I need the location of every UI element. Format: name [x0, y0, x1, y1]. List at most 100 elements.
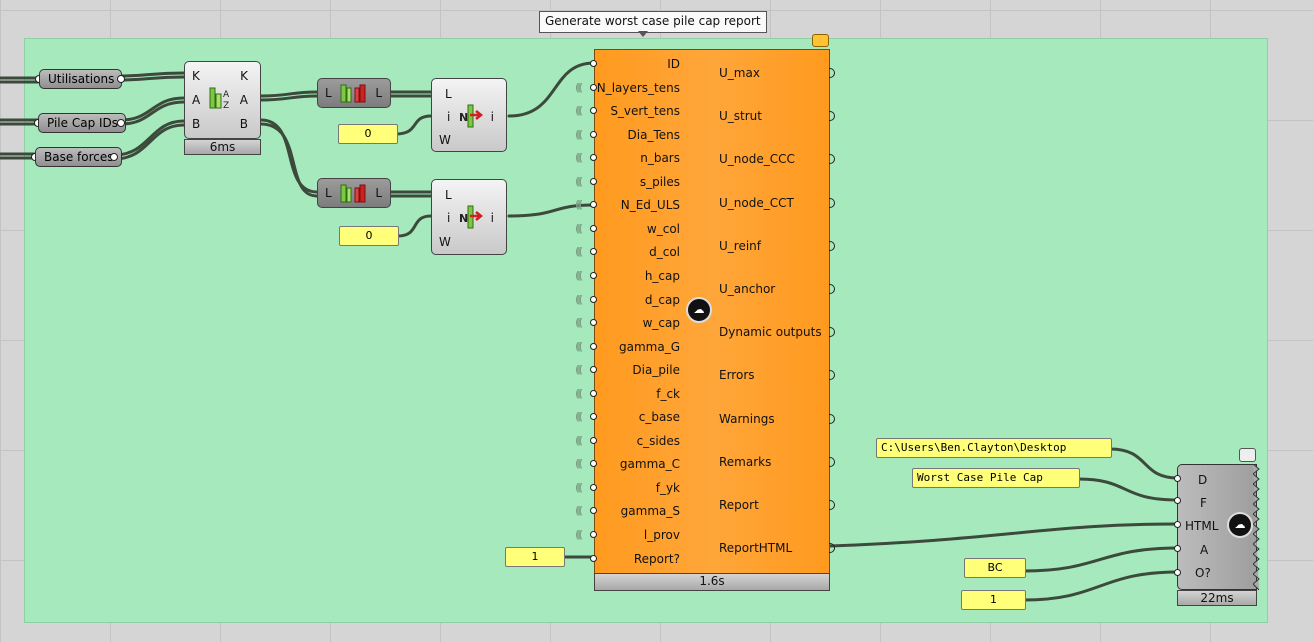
pile-cap-input-label: Dia_Tens — [627, 127, 680, 142]
pile-cap-input-grip[interactable] — [590, 531, 597, 538]
pile-cap-input-label: S_vert_tens — [610, 104, 680, 119]
item-output-i: i — [490, 110, 494, 124]
path-panel[interactable]: C:\Users\Ben.Clayton\Desktop — [876, 438, 1112, 458]
pile-cap-input-grip[interactable] — [590, 83, 597, 91]
pile-cap-input-grip[interactable] — [590, 342, 597, 350]
variable-input-indicator: (((( — [575, 221, 583, 235]
variable-input-indicator: (((( — [575, 151, 583, 165]
index-panel-1[interactable]: 0 — [338, 124, 398, 144]
index-panel-2[interactable]: 0 — [339, 226, 399, 246]
pile-cap-output-label: Report — [719, 498, 759, 512]
report-edge — [1253, 464, 1260, 590]
list-item-component-1[interactable]: L i W i N — [431, 78, 507, 152]
sort-list-component[interactable]: K A B K A B A Z — [184, 61, 261, 139]
input-grip[interactable] — [1174, 569, 1181, 576]
pile-cap-input-grip[interactable] — [590, 177, 597, 185]
pile-cap-input-label: Report? — [633, 551, 680, 566]
report-toggle-panel[interactable]: 1 — [505, 547, 565, 567]
param-pile-cap-ids[interactable]: Pile Cap IDs — [38, 113, 127, 133]
pile-cap-input-label: c_base — [638, 410, 680, 425]
input-grip[interactable] — [1174, 545, 1181, 552]
tooltip-tail — [638, 31, 648, 37]
svg-text:N: N — [459, 111, 468, 124]
reverse-output-label: L — [375, 86, 382, 100]
variable-input-indicator: (((( — [575, 528, 583, 541]
pile-cap-input-grip[interactable] — [590, 389, 597, 397]
pile-cap-output-label: Warnings — [719, 411, 775, 426]
input-grip[interactable] — [1174, 497, 1181, 504]
item-input-i: i — [447, 110, 451, 124]
reverse-input-label: L — [325, 86, 332, 100]
pile-cap-output-label: U_anchor — [719, 282, 776, 296]
report-timing: 22ms — [1177, 590, 1257, 606]
pile-cap-input-label: d_col — [649, 245, 680, 260]
sort-output-a: A — [239, 93, 248, 107]
pile-cap-input-label: gamma_S — [620, 504, 680, 519]
pile-cap-input-grip[interactable] — [590, 319, 597, 327]
param-grip[interactable] — [117, 119, 125, 127]
pile-cap-input-grip[interactable] — [590, 436, 597, 444]
pile-cap-input-label: w_col — [646, 221, 680, 236]
author-panel[interactable]: BC — [964, 558, 1026, 578]
reverse-list-component-2[interactable]: L L — [317, 178, 391, 208]
pile-cap-input-grip[interactable] — [590, 483, 597, 491]
sort-input-b: B — [192, 117, 201, 131]
list-item-icon: N — [459, 104, 484, 128]
pile-cap-timing: 1.6s — [594, 573, 830, 591]
reverse-output-label: L — [375, 186, 382, 200]
param-utilisations[interactable]: Utilisations — [39, 69, 123, 89]
pile-cap-input-label: f_ck — [656, 386, 680, 401]
open-panel[interactable]: 1 — [961, 590, 1026, 610]
list-item-component-2[interactable]: L i W i N — [431, 179, 507, 255]
variable-input-indicator: (((( — [575, 410, 583, 424]
pile-cap-input-label: d_cap — [644, 292, 680, 307]
python-script-icon: ☁ — [686, 297, 712, 323]
comment-bubble-icon[interactable] — [1239, 448, 1256, 462]
file-name-panel[interactable]: Worst Case Pile Cap — [912, 468, 1080, 488]
pile-cap-input-label: gamma_G — [618, 339, 680, 354]
sort-input-a: A — [192, 93, 201, 107]
pile-cap-input-grip[interactable] — [590, 60, 597, 67]
pile-cap-input-grip[interactable] — [590, 224, 597, 232]
comment-bubble-icon[interactable] — [812, 34, 829, 47]
variable-input-indicator: (((( — [575, 198, 583, 212]
variable-input-indicator: (((( — [575, 268, 583, 282]
report-input-html: HTML — [1185, 519, 1219, 533]
variable-input-indicator: (((( — [575, 457, 583, 471]
tooltip: Generate worst case pile cap report — [539, 11, 767, 33]
variable-input-indicator: (((( — [575, 433, 583, 447]
report-input-d: D — [1198, 473, 1208, 487]
report-input-a: A — [1200, 543, 1209, 557]
variable-input-indicator: (((( — [575, 316, 583, 330]
pile-cap-input-grip[interactable] — [590, 271, 597, 279]
pile-cap-input-grip[interactable] — [590, 295, 597, 303]
param-grip[interactable] — [110, 153, 118, 161]
variable-input-indicator: (((( — [575, 127, 583, 141]
pile-cap-output-label: ReportHTML — [719, 541, 793, 556]
pile-cap-input-label: l_prov — [643, 528, 680, 542]
pile-cap-input-label: f_yk — [655, 480, 680, 495]
pile-cap-input-grip[interactable] — [590, 130, 597, 138]
param-base-forces[interactable]: Base forces — [35, 147, 122, 167]
pile-cap-input-label: N_layers_tens — [596, 80, 680, 95]
pile-cap-output-label: Remarks — [719, 454, 772, 469]
variable-input-indicator: (((( — [575, 245, 583, 259]
input-grip[interactable] — [1174, 521, 1181, 528]
pile-cap-output-label: Dynamic outputs — [719, 325, 822, 340]
item-input-w: W — [439, 133, 451, 147]
pile-cap-input-label: ID — [667, 57, 680, 71]
pile-cap-input-label: c_sides — [636, 433, 680, 448]
pile-cap-input-label: w_cap — [642, 316, 680, 331]
sort-timing: 6ms — [184, 139, 261, 155]
pile-cap-input-label: h_cap — [644, 268, 680, 283]
param-grip[interactable] — [117, 75, 125, 83]
item-input-l: L — [445, 87, 452, 101]
variable-input-indicator: (((( — [575, 339, 583, 353]
pile-cap-output-label: Errors — [719, 368, 755, 383]
variable-input-indicator: (((( — [575, 480, 583, 494]
pile-cap-input-label: N_Ed_ULS — [620, 198, 680, 213]
pile-cap-input-grip[interactable] — [590, 554, 597, 562]
reverse-list-component-1[interactable]: L L — [317, 78, 391, 108]
input-grip[interactable] — [1174, 475, 1181, 482]
pile-cap-output-label: U_reinf — [719, 238, 761, 253]
